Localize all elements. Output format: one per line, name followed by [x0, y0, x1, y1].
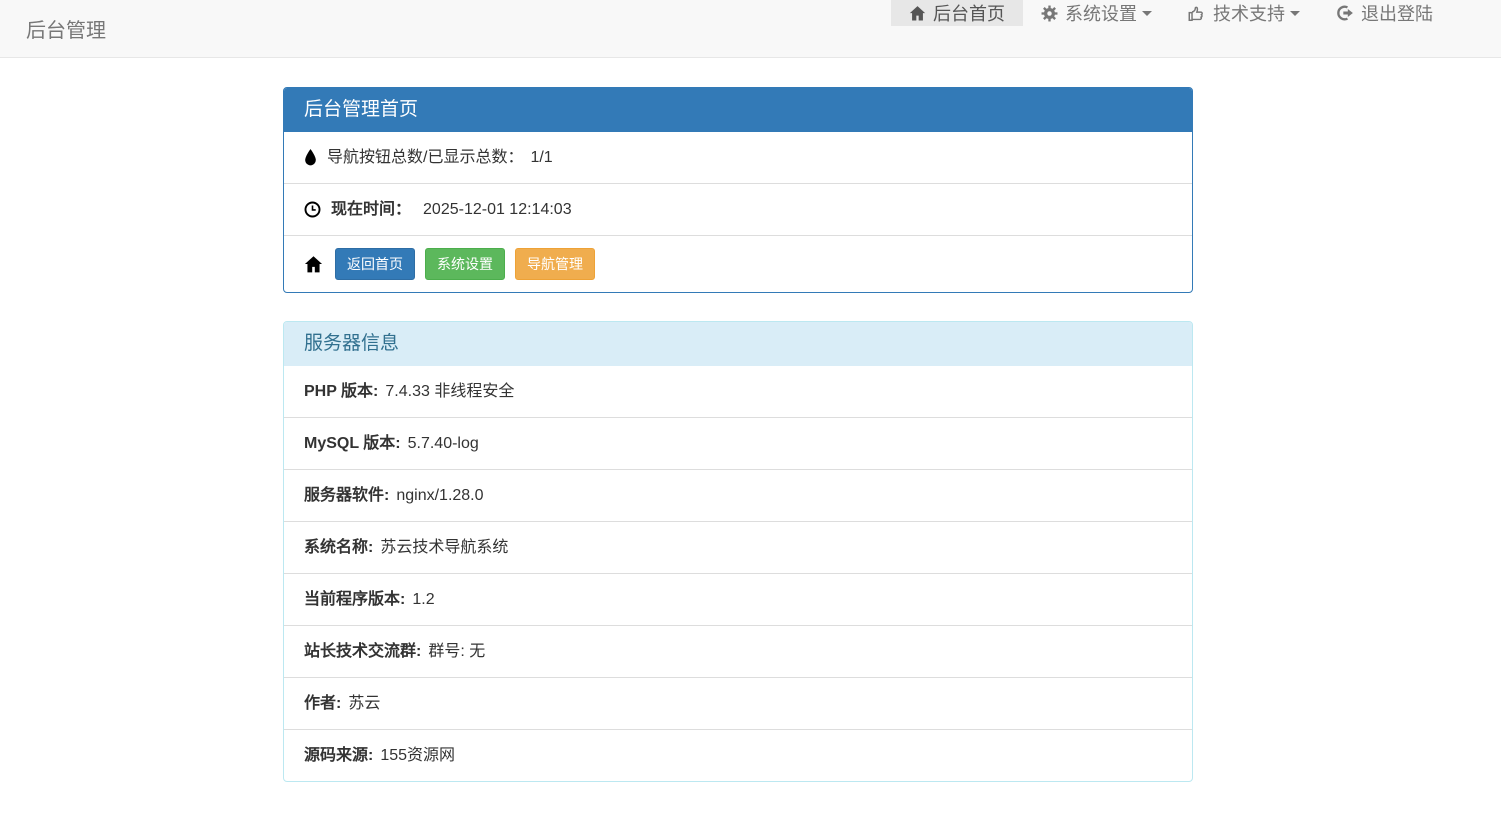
- row-label: 源码来源:: [304, 744, 373, 767]
- row-label: 当前程序版本:: [304, 588, 405, 611]
- nav-item-label: 后台首页: [933, 0, 1005, 26]
- server-info-panel-title: 服务器信息: [284, 322, 1192, 366]
- nav-item-logout[interactable]: 退出登陆: [1318, 0, 1451, 26]
- nav-manage-button[interactable]: 导航管理: [515, 248, 595, 280]
- gear-icon: [1041, 5, 1058, 22]
- row-label: 服务器软件:: [304, 484, 389, 507]
- navbar-menu: 后台首页 系统设置: [891, 0, 1451, 57]
- current-time-value: 2025-12-01 12:14:03: [423, 198, 572, 221]
- server-info-row-mysql: MySQL 版本: 5.7.40-log: [284, 417, 1192, 469]
- dashboard-panel-title: 后台管理首页: [284, 88, 1192, 132]
- server-info-row-server-software: 服务器软件: nginx/1.28.0: [284, 469, 1192, 521]
- sign-out-icon: [1336, 4, 1354, 22]
- server-info-row-php: PHP 版本: 7.4.33 非线程安全: [284, 366, 1192, 417]
- dashboard-panel: 后台管理首页 导航按钮总数/已显示总数： 1/1 现在时间： 2025-12-0…: [283, 87, 1193, 293]
- current-time-row: 现在时间： 2025-12-01 12:14:03: [284, 183, 1192, 235]
- clock-icon: [304, 201, 321, 218]
- row-label: 站长技术交流群:: [304, 640, 421, 663]
- main-content: 后台管理首页 导航按钮总数/已显示总数： 1/1 现在时间： 2025-12-0…: [283, 87, 1193, 782]
- row-value: 1.2: [412, 588, 434, 611]
- server-info-row-qq-group: 站长技术交流群: 群号: 无: [284, 625, 1192, 677]
- server-info-row-source: 源码来源: 155资源网: [284, 729, 1192, 781]
- row-value: 苏云技术导航系统: [380, 536, 508, 559]
- home-icon: [304, 255, 323, 274]
- row-label: MySQL 版本:: [304, 432, 401, 455]
- top-navbar: 后台管理 后台首页 系统设: [0, 0, 1501, 58]
- nav-stats-row: 导航按钮总数/已显示总数： 1/1: [284, 132, 1192, 183]
- row-value: 5.7.40-log: [408, 432, 479, 455]
- current-time-label: 现在时间：: [331, 198, 411, 221]
- server-info-row-program-version: 当前程序版本: 1.2: [284, 573, 1192, 625]
- tint-icon: [304, 149, 317, 166]
- nav-item-label: 技术支持: [1213, 0, 1285, 26]
- server-info-row-system-name: 系统名称: 苏云技术导航系统: [284, 521, 1192, 573]
- thumbs-up-icon: [1188, 5, 1206, 22]
- nav-item-tech-support[interactable]: 技术支持: [1170, 0, 1318, 26]
- nav-item-label: 退出登陆: [1361, 0, 1433, 26]
- server-info-panel: 服务器信息 PHP 版本: 7.4.33 非线程安全 MySQL 版本: 5.7…: [283, 321, 1193, 782]
- nav-stats-label: 导航按钮总数/已显示总数：: [327, 146, 523, 169]
- quick-links-row: 返回首页 系统设置 导航管理: [284, 235, 1192, 292]
- row-value: nginx/1.28.0: [396, 484, 483, 507]
- brand-title[interactable]: 后台管理: [0, 0, 121, 57]
- row-value: 苏云: [348, 692, 380, 715]
- back-home-button[interactable]: 返回首页: [335, 248, 415, 280]
- nav-stats-value: 1/1: [530, 146, 552, 169]
- row-label: 系统名称:: [304, 536, 373, 559]
- row-label: 作者:: [304, 692, 341, 715]
- row-value: 群号: 无: [428, 640, 485, 663]
- nav-item-admin-home[interactable]: 后台首页: [891, 0, 1023, 26]
- row-label: PHP 版本:: [304, 380, 378, 403]
- row-value: 155资源网: [380, 744, 455, 767]
- row-value: 7.4.33 非线程安全: [385, 380, 514, 403]
- chevron-down-icon: [1290, 11, 1300, 16]
- nav-item-system-settings[interactable]: 系统设置: [1023, 0, 1170, 26]
- home-icon: [909, 5, 926, 22]
- server-info-row-author: 作者: 苏云: [284, 677, 1192, 729]
- system-settings-button[interactable]: 系统设置: [425, 248, 505, 280]
- chevron-down-icon: [1142, 11, 1152, 16]
- nav-item-label: 系统设置: [1065, 0, 1137, 26]
